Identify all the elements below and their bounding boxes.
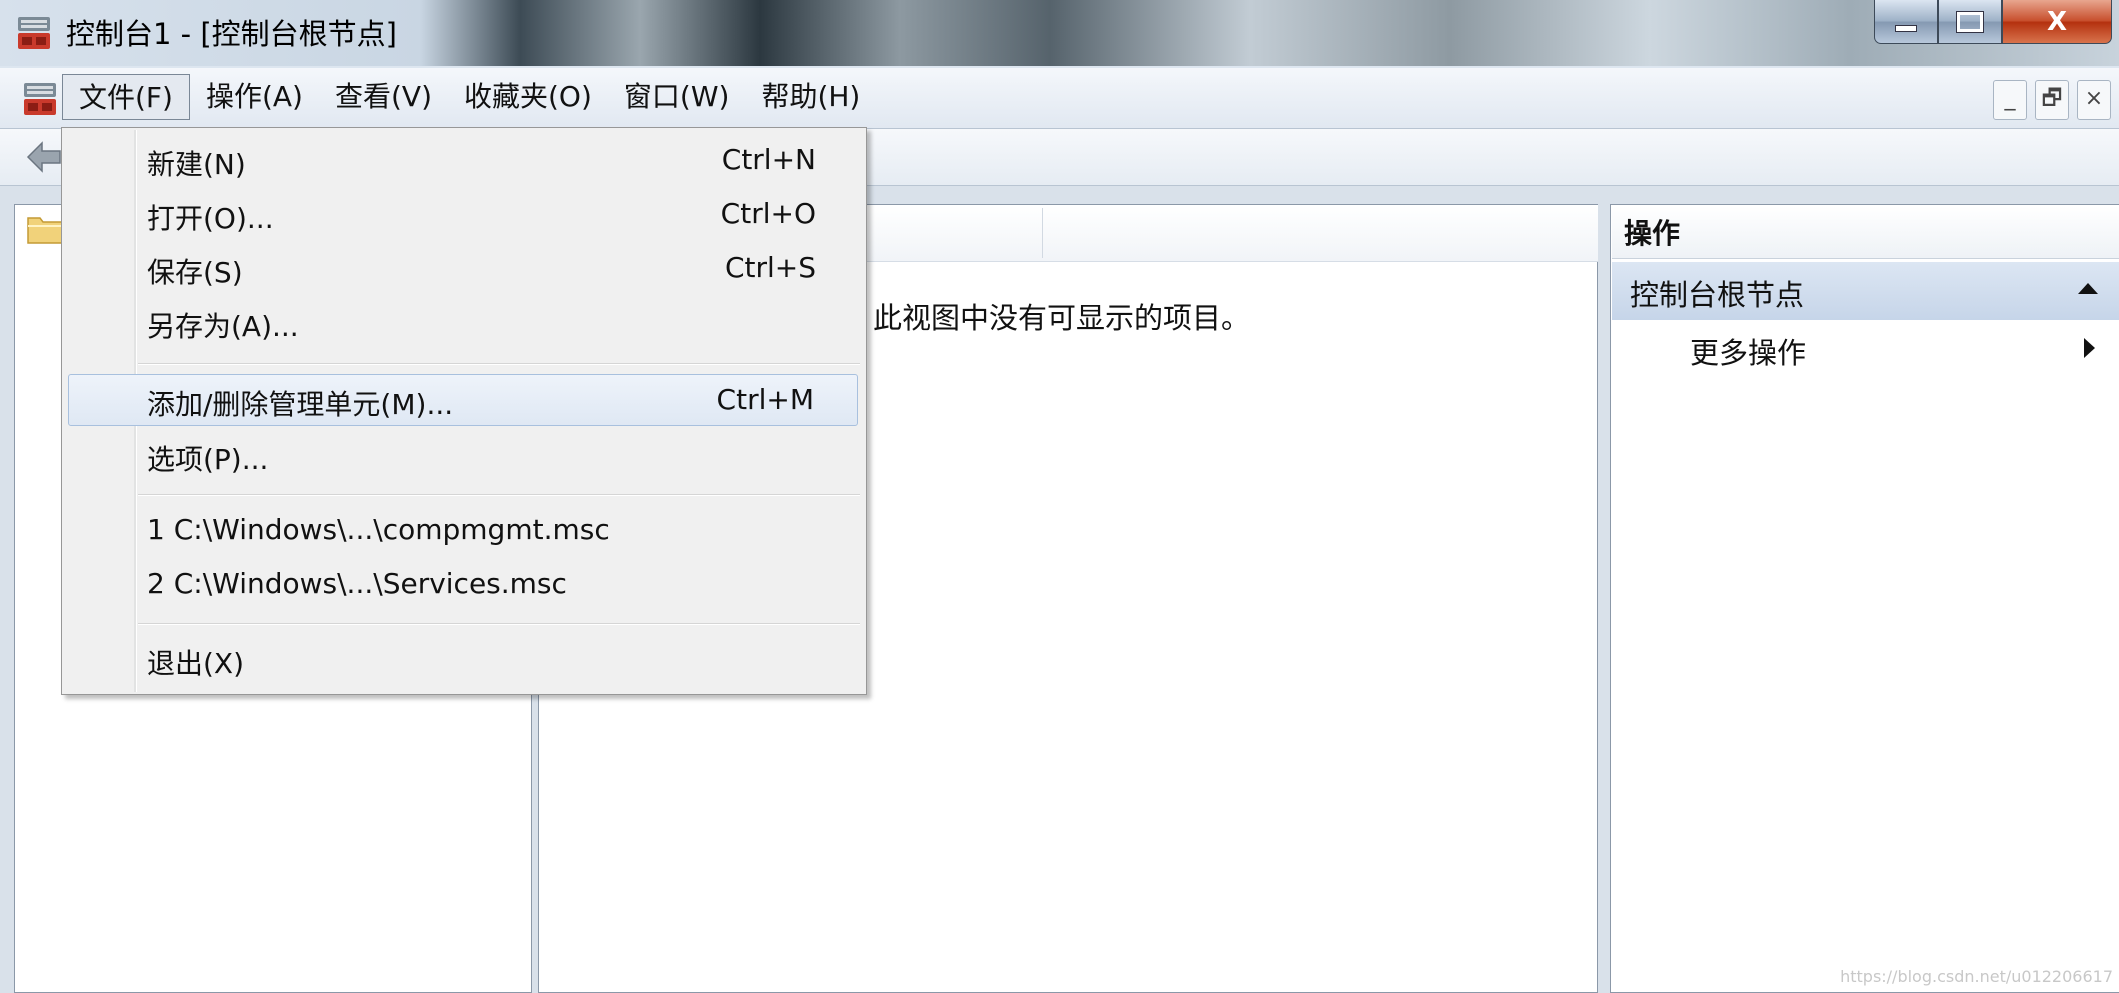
menu-window[interactable]: 窗口(W) xyxy=(608,74,746,120)
maximize-button[interactable] xyxy=(1938,0,2002,44)
menu-items: 文件(F) 操作(A) 查看(V) 收藏夹(O) 窗口(W) 帮助(H) xyxy=(62,74,876,120)
menu-help[interactable]: 帮助(H) xyxy=(745,74,876,120)
menu-action[interactable]: 操作(A) xyxy=(190,74,319,120)
submenu-arrow-icon[interactable] xyxy=(2084,338,2095,358)
menu-item-new[interactable]: 新建(N) Ctrl+N xyxy=(62,135,866,185)
close-icon: X xyxy=(2046,6,2068,37)
actions-pane xyxy=(1610,204,2119,993)
menu-separator xyxy=(138,623,860,625)
menu-item-recent-2[interactable]: 2 C:\Windows\...\Services.msc xyxy=(62,559,866,609)
menu-view[interactable]: 查看(V) xyxy=(319,74,448,120)
minimize-icon xyxy=(1895,25,1917,32)
window-title: 控制台1 - [控制台根节点] xyxy=(66,17,397,51)
actions-section-label[interactable]: 控制台根节点 xyxy=(1630,272,1804,314)
mdi-controls: _ 🗗 × xyxy=(1993,80,2111,120)
mdi-minimize-button[interactable]: _ xyxy=(1993,80,2027,120)
folder-icon[interactable] xyxy=(26,212,64,246)
menu-separator xyxy=(138,494,860,496)
menu-item-recent-1[interactable]: 1 C:\Windows\...\compmgmt.msc xyxy=(62,505,866,555)
minimize-button[interactable] xyxy=(1874,0,1938,44)
mdi-restore-button[interactable]: 🗗 xyxy=(2035,80,2069,120)
mmc-console-icon[interactable] xyxy=(20,79,60,119)
actions-title: 操作 xyxy=(1624,217,1681,250)
menu-item-open[interactable]: 打开(O)... Ctrl+O xyxy=(62,189,866,239)
more-actions-item[interactable]: 更多操作 xyxy=(1690,330,1806,372)
mdi-close-button[interactable]: × xyxy=(2077,80,2111,120)
menu-favorites[interactable]: 收藏夹(O) xyxy=(448,74,608,120)
menu-item-save[interactable]: 保存(S) Ctrl+S xyxy=(62,243,866,293)
menu-file[interactable]: 文件(F) xyxy=(62,74,190,120)
empty-view-message: 此视图中没有可显示的项目。 xyxy=(873,301,1251,335)
window-controls: X xyxy=(1874,0,2112,46)
menu-separator xyxy=(138,363,860,365)
close-button[interactable]: X xyxy=(2002,0,2112,44)
maximize-icon xyxy=(1956,10,1984,33)
menu-item-exit[interactable]: 退出(X) xyxy=(62,634,866,684)
collapse-up-icon[interactable] xyxy=(2078,283,2098,294)
back-arrow-icon[interactable] xyxy=(24,139,64,175)
column-divider[interactable] xyxy=(1042,208,1043,258)
mmc-console-icon xyxy=(18,17,50,49)
menu-item-add-remove-snapin[interactable]: 添加/删除管理单元(M)... Ctrl+M xyxy=(68,374,858,426)
menu-item-options[interactable]: 选项(P)... xyxy=(62,430,866,480)
menu-item-save-as[interactable]: 另存为(A)... xyxy=(62,297,866,347)
actions-header xyxy=(1612,206,2119,259)
watermark: https://blog.csdn.net/u012206617 xyxy=(1840,967,2113,986)
